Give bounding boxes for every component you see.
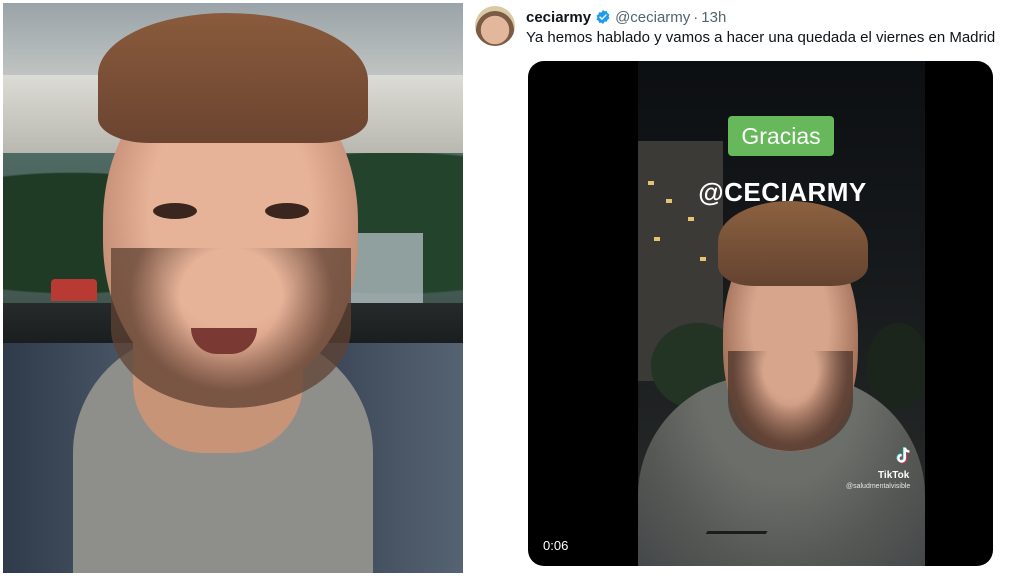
- caption-mention: @CECIARMY: [698, 177, 867, 207]
- display-name[interactable]: ceciarmy: [526, 9, 591, 26]
- building-window: [648, 181, 654, 185]
- handle[interactable]: @ceciarmy: [615, 9, 690, 26]
- tweet: ceciarmy @ceciarmy · 13h Ya hemos hablad…: [472, 0, 1024, 576]
- hair: [718, 201, 868, 286]
- red-umbrella: [51, 279, 97, 301]
- building-window: [688, 217, 694, 221]
- verified-badge-icon: [595, 9, 611, 25]
- left-eye: [153, 203, 197, 219]
- hair: [98, 13, 368, 143]
- tweet-text: Ya hemos hablado y vamos a hacer una que…: [526, 29, 996, 46]
- building-window: [666, 199, 672, 203]
- selfie-photo: [3, 3, 463, 573]
- avatar[interactable]: [475, 6, 515, 46]
- building-window: [700, 257, 706, 261]
- caption-box: Gracias: [728, 116, 834, 156]
- tiktok-label: TikTok: [878, 470, 910, 481]
- separator-dot: ·: [693, 8, 699, 26]
- tiktok-username: @saludmentalvisible: [846, 483, 911, 490]
- right-eye: [265, 203, 309, 219]
- video-player[interactable]: Gracias @CECIARMY TikTok @saludmentalvis…: [528, 61, 993, 566]
- tweet-header: ceciarmy @ceciarmy · 13h: [526, 7, 726, 27]
- tiktok-logo-icon: [892, 445, 914, 467]
- tweet-time[interactable]: 13h: [701, 9, 726, 26]
- building-window: [654, 237, 660, 241]
- beard: [728, 351, 853, 451]
- video-elapsed-time: 0:06: [543, 538, 569, 553]
